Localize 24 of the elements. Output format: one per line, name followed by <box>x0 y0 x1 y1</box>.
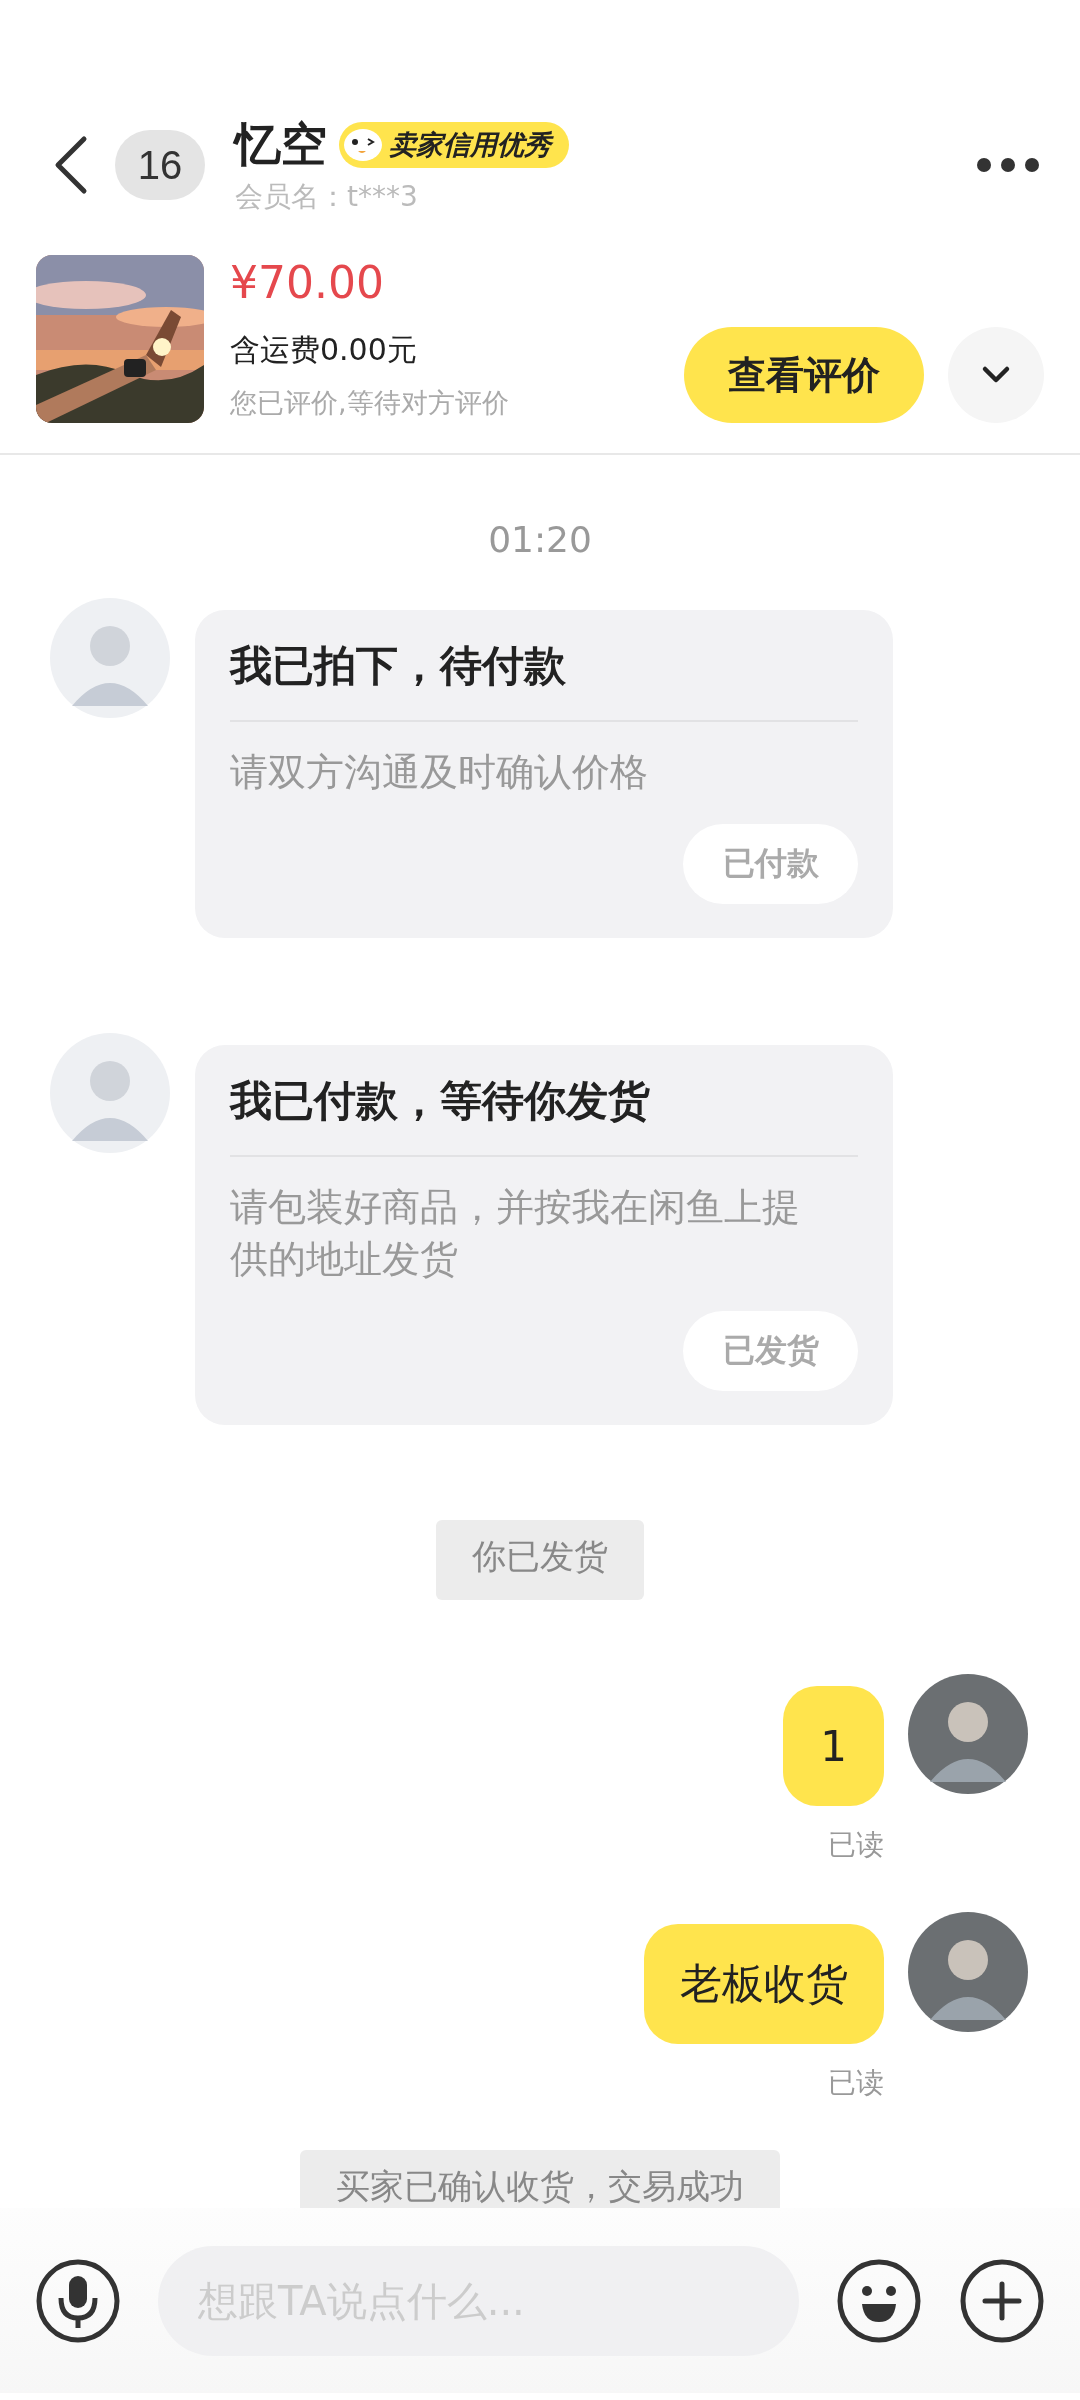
plus-icon[interactable] <box>959 2257 1045 2344</box>
member-name: 会员名：t***3 <box>235 179 419 215</box>
timestamp: 01:20 <box>488 519 592 560</box>
chevron-down-icon <box>981 365 1011 385</box>
card-text: 请包装好商品，并按我在闲鱼上提供的地址发货 <box>230 1184 801 1283</box>
emoji-icon[interactable] <box>836 2257 922 2344</box>
read-status: 已读 <box>828 2065 884 2101</box>
system-notice: 买家已确认收货，交易成功 <box>300 2150 780 2208</box>
message-bubble: 1 <box>783 1686 884 1806</box>
unread-count[interactable]: 16 <box>115 130 205 200</box>
card-text: 请双方沟通及时确认价格 <box>230 749 649 796</box>
system-notice: 你已发货 <box>436 1520 644 1600</box>
review-status: 您已评价,等待对方评价 <box>230 386 510 420</box>
message-bubble: 老板收货 <box>644 1924 884 2044</box>
view-reviews-button[interactable]: 查看评价 <box>684 327 924 423</box>
card-title: 我已付款，等待你发货 <box>230 1073 858 1157</box>
contact-name: 忆空 <box>235 116 327 173</box>
mascot-icon <box>343 128 383 162</box>
price: ¥70.00 <box>230 257 385 308</box>
shipping-fee: 含运费0.00元 <box>230 331 418 369</box>
card-title: 我已拍下，待付款 <box>230 638 858 722</box>
read-status: 已读 <box>828 1827 884 1863</box>
more-icon[interactable] <box>976 157 1040 173</box>
microphone-icon[interactable] <box>35 2257 121 2344</box>
